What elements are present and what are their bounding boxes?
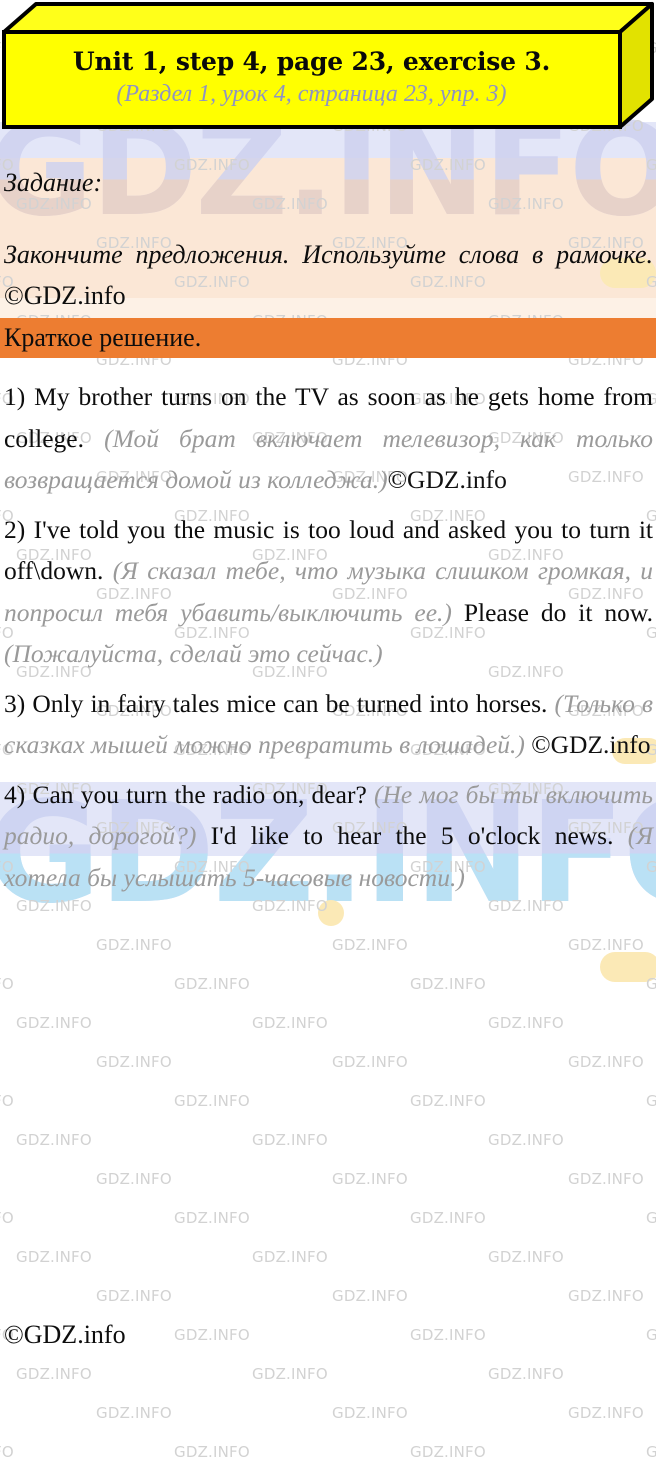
footer-mark-block: ©GDZ.info xyxy=(0,1314,656,1356)
watermark-tile: GDZ.INFO xyxy=(568,936,644,954)
watermark-tile: GDZ.INFO xyxy=(252,1248,328,1266)
task-body-text: Закончите предложения. Используйте слова… xyxy=(0,234,656,316)
watermark-tile: GDZ.INFO xyxy=(16,1014,92,1032)
watermark-dot-accent-4 xyxy=(600,952,656,982)
watermark-tile: GDZ.INFO xyxy=(16,1365,92,1383)
answer-number: 3) xyxy=(4,688,26,718)
answer-number: 2) xyxy=(4,514,26,544)
title-english: Unit 1, step 4, page 23, exercise 3. xyxy=(72,47,551,77)
answer-text: 1) My brother turns on the TV as soon as… xyxy=(0,376,656,501)
watermark-tile: GDZ.INFO xyxy=(410,1443,486,1461)
answer-number: 4) xyxy=(4,779,26,809)
watermark-tile: GDZ.INFO xyxy=(332,936,408,954)
watermark-tile: GDZ.INFO xyxy=(0,975,14,993)
watermark-tile: GDZ.INFO xyxy=(0,1209,14,1227)
answer-russian-2: (Пожалуйста, сделай это сейчас.) xyxy=(4,639,383,668)
answer-item: 1) My brother turns on the TV as soon as… xyxy=(0,376,656,501)
answer-english: Only in fairy tales mice can be turned i… xyxy=(32,688,548,718)
watermark-tile: GDZ.INFO xyxy=(488,1014,564,1032)
watermark-tile: GDZ.INFO xyxy=(0,1443,14,1461)
watermark-tile: GDZ.INFO xyxy=(96,1053,172,1071)
watermark-tile: GDZ.INFO xyxy=(96,1287,172,1305)
watermark-tile: GDZ.INFO xyxy=(488,1131,564,1149)
watermark-tile: GDZ.INFO xyxy=(16,1131,92,1149)
watermark-tile: GDZ.INFO xyxy=(488,1248,564,1266)
answer-item: 2) I've told you the music is too loud a… xyxy=(0,509,656,675)
answer-english-2: Please do it now. xyxy=(463,597,654,627)
short-solution-band: Краткое решение. xyxy=(0,318,656,358)
watermark-tile: GDZ.INFO xyxy=(252,1014,328,1032)
short-solution-label: Краткое решение. xyxy=(4,323,202,352)
task-body-gdz-mark: ©GDZ.info xyxy=(4,281,126,310)
answers-list: 1) My brother turns on the TV as soon as… xyxy=(0,376,656,906)
watermark-tile: GDZ.INFO xyxy=(16,1248,92,1266)
watermark-tile: GDZ.INFO xyxy=(568,1287,644,1305)
answer-text: 3) Only in fairy tales mice can be turne… xyxy=(0,683,656,766)
watermark-tile: GDZ.INFO xyxy=(488,1365,564,1383)
task-label-block: Задание: xyxy=(0,162,656,204)
answer-number: 1) xyxy=(4,382,26,411)
watermark-tile: GDZ.INFO xyxy=(332,1404,408,1422)
watermark-tile: GDZ.INFO xyxy=(332,1053,408,1071)
answer-russian: (Мой брат включает телевизор, как только… xyxy=(4,423,654,495)
watermark-tile: GDZ.INFO xyxy=(646,1092,656,1110)
answer-text: 4) Can you turn the radio on, dear? (Не … xyxy=(0,774,656,899)
watermark-tile: GDZ.INFO xyxy=(0,1092,14,1110)
watermark-tile: GDZ.INFO xyxy=(96,1170,172,1188)
watermark-tile: GDZ.INFO xyxy=(174,975,250,993)
watermark-tile: GDZ.INFO xyxy=(252,1365,328,1383)
watermark-tile: GDZ.INFO xyxy=(96,936,172,954)
watermark-tile: GDZ.INFO xyxy=(332,1287,408,1305)
answer-text: 2) I've told you the music is too loud a… xyxy=(0,509,656,675)
watermark-tile: GDZ.INFO xyxy=(646,975,656,993)
task-label-text: Задание: xyxy=(4,168,103,197)
answer-gdz-mark: ©GDZ.info xyxy=(531,730,651,759)
answer-english-2: I'd like to hear the 5 o'clock news. xyxy=(210,821,614,850)
watermark-tile: GDZ.INFO xyxy=(646,1443,656,1461)
title-russian: (Раздел 1, урок 4, страница 23, упр. 3) xyxy=(116,81,507,108)
watermark-tile: GDZ.INFO xyxy=(174,1092,250,1110)
footer-gdz-mark: ©GDZ.info xyxy=(4,1320,126,1349)
answer-item: 3) Only in fairy tales mice can be turne… xyxy=(0,683,656,766)
watermark-tile: GDZ.INFO xyxy=(568,1053,644,1071)
watermark-tile: GDZ.INFO xyxy=(410,975,486,993)
watermark-tile: GDZ.INFO xyxy=(174,1443,250,1461)
watermark-tile: GDZ.INFO xyxy=(568,1404,644,1422)
watermark-tile: GDZ.INFO xyxy=(332,1170,408,1188)
answer-gdz-mark: ©GDZ.info xyxy=(387,465,507,494)
task-body-sentence: Закончите предложения. Используйте слова… xyxy=(4,240,653,269)
watermark-tile: GDZ.INFO xyxy=(96,1404,172,1422)
task-body-block: Закончите предложения. Используйте слова… xyxy=(0,234,656,316)
watermark-tile: GDZ.INFO xyxy=(410,1209,486,1227)
title-box-text: Unit 1, step 4, page 23, exercise 3. (Ра… xyxy=(6,31,617,127)
answer-english: Can you turn the radio on, dear? xyxy=(32,779,367,809)
watermark-tile: GDZ.INFO xyxy=(410,1092,486,1110)
answer-item: 4) Can you turn the radio on, dear? (Не … xyxy=(0,774,656,899)
watermark-tile: GDZ.INFO xyxy=(174,1209,250,1227)
watermark-tile: GDZ.INFO xyxy=(568,1170,644,1188)
watermark-tile: GDZ.INFO xyxy=(646,1209,656,1227)
title-box: Unit 1, step 4, page 23, exercise 3. (Ра… xyxy=(0,0,656,131)
watermark-tile: GDZ.INFO xyxy=(252,1131,328,1149)
